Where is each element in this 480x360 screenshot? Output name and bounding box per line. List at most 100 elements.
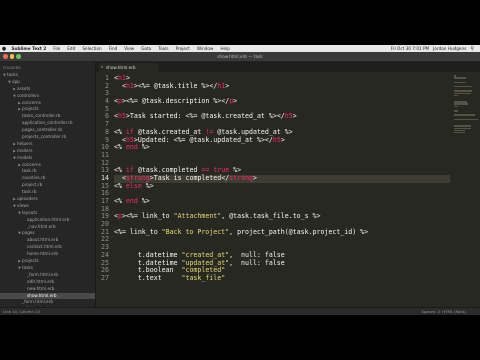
code-line[interactable]: <p><%= @task.description %></p>	[114, 97, 450, 106]
sidebar-folder[interactable]: ▼app	[0, 79, 95, 86]
sidebar-file[interactable]: home.html.erb	[0, 251, 95, 258]
sidebar-file[interactable]: projects_controller.rb	[0, 134, 95, 141]
menu-extras: Fri Oct 30 7:01 PM Jordan Hudgens ⚲	[391, 46, 480, 52]
sidebar-folder[interactable]: ▶assets	[0, 86, 95, 93]
sidebar-file[interactable]: pages_controller.rb	[0, 127, 95, 134]
menu-item[interactable]: Edit	[64, 46, 79, 51]
code-token: <%	[114, 181, 126, 190]
code-token: Task is completed	[153, 173, 222, 182]
sidebar-file[interactable]: task.rb	[0, 189, 95, 196]
sidebar-file[interactable]: new.html.erb	[0, 286, 95, 293]
sidebar-file[interactable]: show.html.erb	[0, 292, 95, 300]
sidebar-folder[interactable]: ▶projects	[0, 106, 95, 113]
sidebar-file[interactable]: counties.rb	[0, 175, 95, 182]
minimap-line	[454, 118, 478, 121]
menu-user[interactable]: Jordan Hudgens	[433, 46, 466, 51]
sidebar-item-label: tasks_controller.rb	[22, 113, 61, 119]
code-line[interactable]: <% end %>	[114, 143, 450, 152]
sidebar-item-label: counties.rb	[22, 175, 46, 181]
code-token: >	[253, 173, 258, 182]
menu-item[interactable]: Goto	[138, 46, 155, 51]
close-tab-icon[interactable]: ×	[101, 63, 104, 72]
code-line[interactable]: <h5>Task started: <%= @task.created_at %…	[114, 113, 450, 121]
sidebar-item-label: assets	[17, 85, 31, 91]
sidebar: FOLDERS ▼tasks ▼app ▶assets ▼controllers ▶co…	[0, 62, 96, 308]
sidebar-file[interactable]: _nav.html.erb	[0, 224, 95, 231]
code-line[interactable]: <% else %>	[114, 181, 450, 191]
menu-item[interactable]: Find	[105, 46, 121, 51]
sidebar-file[interactable]: _form.html.erb	[0, 272, 95, 279]
sidebar-header: FOLDERS	[3, 65, 21, 70]
code-line[interactable]: <% end %>	[114, 197, 450, 206]
cursor-position: Line 14, Column 13	[3, 309, 40, 314]
menu-item[interactable]: Help	[217, 46, 234, 51]
sidebar-file[interactable]: edit.html.erb	[0, 279, 95, 286]
sidebar-folder[interactable]: ▶concerns	[0, 162, 95, 169]
sidebar-file[interactable]: tasks_controller.rb	[0, 113, 95, 120]
menu-item[interactable]: File	[50, 46, 64, 51]
apple-icon[interactable]: ●	[0, 46, 8, 52]
sidebar-item-label: contact.html.erb	[27, 244, 62, 250]
code-token: <%	[114, 143, 126, 152]
minimap[interactable]	[454, 75, 478, 135]
code-token: Task started: <%= @task.created_at %>	[129, 112, 277, 121]
code-line[interactable]	[114, 152, 450, 160]
menu-item[interactable]: Selection	[79, 46, 105, 51]
code-line[interactable]: <h1><%= @task.title %></h1>	[114, 82, 450, 91]
sidebar-item-label: task.rb	[22, 189, 37, 195]
menu-clock[interactable]: Fri Oct 30 7:01 PM	[391, 46, 429, 51]
sidebar-file[interactable]: project.rb	[0, 182, 95, 189]
menu-item[interactable]: Tools	[155, 46, 172, 51]
sidebar-folder[interactable]: ▼tasks	[0, 265, 95, 272]
sidebar-file[interactable]: contact.html.erb	[0, 244, 95, 251]
sidebar-folder[interactable]: ▼views	[0, 203, 95, 210]
sidebar-file[interactable]: _form.html.erb	[0, 299, 95, 306]
code-line[interactable]	[114, 190, 450, 198]
sidebar-folder[interactable]: ▶projects	[0, 258, 95, 265]
minimap-line	[454, 85, 473, 88]
sidebar-folder[interactable]: ▼layouts	[0, 210, 95, 217]
code-token: >	[292, 112, 297, 121]
code-token: h5	[117, 112, 126, 121]
sidebar-file[interactable]: application.html.erb	[0, 217, 95, 224]
menu-item[interactable]: Project	[172, 46, 193, 51]
sidebar-item-label: projects	[22, 106, 39, 112]
code-line[interactable]: t.text "task_file"	[114, 274, 450, 283]
menu-item[interactable]: Window	[193, 46, 217, 51]
indentation-setting[interactable]: Spaces: 2	[422, 308, 440, 315]
code-token: h5	[284, 112, 293, 121]
code-line[interactable]	[114, 236, 450, 244]
syntax-setting[interactable]: HTML (Rails)	[442, 308, 466, 315]
sidebar-item-label: new.html.erb	[27, 285, 55, 291]
sidebar-folder[interactable]: ▶helpers	[0, 141, 95, 148]
code-editor[interactable]: 1 2 3 4 5 6 7 8 9 10 11 12 13 14 15 16 17 18 19 20 21 22 23 24 2…	[96, 72, 480, 308]
sidebar-item-label: application.html.erb	[27, 216, 70, 222]
code-line[interactable]: <p><%= link_to "Attachment", @task.task_…	[114, 213, 450, 221]
sidebar-item-label: app	[12, 78, 20, 84]
sidebar-item-label: uploaders	[17, 196, 38, 202]
sidebar-file[interactable]: about.html.erb	[0, 237, 95, 244]
line-number: 27	[101, 273, 109, 282]
code-area[interactable]: <h1> <h1><%= @task.title %></h1> <p><%= @…	[114, 74, 450, 283]
sidebar-folder[interactable]: ▶concerns	[0, 100, 95, 107]
sidebar-item-label: application_controller.rb	[22, 120, 73, 126]
sidebar-file[interactable]: task.rb	[0, 168, 95, 175]
search-icon[interactable]: ⚲	[470, 46, 474, 52]
sidebar-file[interactable]: application_controller.rb	[0, 120, 95, 127]
sidebar-folder[interactable]: ▼controllers	[0, 93, 95, 100]
code-token: end	[125, 143, 138, 152]
tab-show-html-erb[interactable]: × show.html.erb	[99, 63, 159, 72]
sidebar-folder[interactable]: ▼models	[0, 155, 95, 162]
sidebar-folder[interactable]: ▶uploaders	[0, 196, 95, 203]
code-token: "Back to Project"	[161, 227, 230, 236]
sidebar-item-label: pages_controller.rb	[22, 127, 63, 133]
code-line[interactable]: <%= link_to "Back to Project", project_p…	[114, 227, 450, 237]
sidebar-folder[interactable]: ▼tasks	[0, 72, 95, 79]
code-line[interactable]: <h5>Updated: <%= @task.updated_at %></h5…	[114, 136, 450, 145]
current-code-line[interactable]: <strong>Task is completed</strong>	[114, 173, 450, 183]
menu-item[interactable]: View	[121, 46, 138, 51]
menu-app-name[interactable]: Sublime Text 2	[8, 46, 50, 51]
line-number-gutter: 1 2 3 4 5 6 7 8 9 10 11 12 13 14 15 16 17 18 19 20 21 22 23 24 2…	[96, 74, 110, 283]
sidebar-folder[interactable]: ▼pages	[0, 230, 95, 237]
sidebar-folder[interactable]: ▶mailers	[0, 148, 95, 155]
